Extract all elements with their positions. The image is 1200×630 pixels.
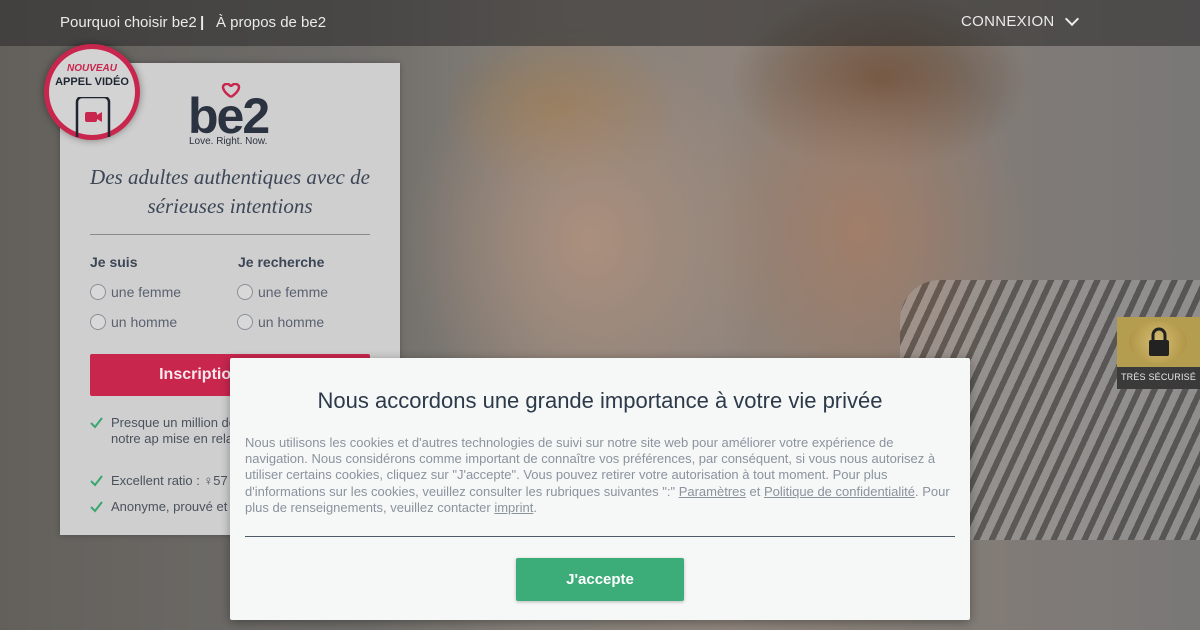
i-am-man-radio[interactable]: un homme <box>90 314 177 330</box>
modal-body: Nous utilisons les cookies et d'autres t… <box>245 435 957 516</box>
radio-circle[interactable] <box>90 284 106 300</box>
imprint-link[interactable]: imprint <box>494 500 533 515</box>
radio-label: une femme <box>258 284 329 300</box>
badge-inner: NOUVEAU APPEL VIDÉO <box>49 49 135 137</box>
i-am-woman-radio[interactable]: une femme <box>90 284 181 300</box>
video-phone-icon <box>75 97 111 137</box>
radio-label: un homme <box>258 314 325 330</box>
top-nav: Pourquoi choisir be2 | À propos de be2 C… <box>0 0 1200 46</box>
heart-icon <box>221 83 241 99</box>
radio-circle[interactable] <box>237 284 253 300</box>
login-label: CONNEXION <box>961 13 1055 30</box>
card-headline: Des adultes authentiques avec de sérieus… <box>90 165 370 218</box>
settings-link[interactable]: Paramètres <box>679 484 746 499</box>
seeking-woman-radio[interactable]: une femme <box>237 284 328 300</box>
logo-tagline: Love. Right. Now. <box>189 136 268 147</box>
seeking-label: Je recherche <box>238 254 325 270</box>
radio-label: un homme <box>111 314 178 330</box>
nav-separator: | <box>200 14 205 31</box>
modal-body-period: . <box>533 499 537 515</box>
video-call-badge: NOUVEAU APPEL VIDÉO <box>44 44 140 140</box>
chevron-down-icon <box>1064 11 1079 26</box>
modal-divider <box>245 536 955 537</box>
privacy-policy-link[interactable]: Politique de confidentialité <box>764 484 915 499</box>
modal-title: Nous accordons une grande importance à v… <box>317 388 883 413</box>
badge-title: APPEL VIDÉO <box>55 76 129 88</box>
modal-body-and: et <box>745 483 764 499</box>
accept-cookies-button[interactable]: J'accepte <box>516 558 684 601</box>
login-button[interactable]: CONNEXION <box>961 11 1079 30</box>
card-divider <box>90 234 370 235</box>
seeking-man-radio[interactable]: un homme <box>237 314 324 330</box>
cookie-consent-modal: Nous accordons une grande importance à v… <box>230 358 970 620</box>
secure-seal-bg <box>1117 317 1200 367</box>
radio-circle[interactable] <box>90 314 106 330</box>
nav-about-link[interactable]: À propos de be2 <box>216 14 326 31</box>
i-am-label: Je suis <box>90 254 138 270</box>
nav-why-be2-link[interactable]: Pourquoi choisir be2 <box>60 14 197 31</box>
check-icon <box>90 475 103 487</box>
be2-logo[interactable]: be2 Love. Right. Now. <box>188 81 298 151</box>
lock-icon <box>1149 327 1169 356</box>
badge-new-label: NOUVEAU <box>66 63 117 74</box>
radio-label: une femme <box>111 284 182 300</box>
radio-circle[interactable] <box>237 314 253 330</box>
secure-badge: TRÈS SÉCURISÉ <box>1117 317 1200 389</box>
secure-label: TRÈS SÉCURISÉ <box>1120 372 1197 382</box>
check-icon <box>90 501 103 513</box>
check-icon <box>90 417 103 429</box>
